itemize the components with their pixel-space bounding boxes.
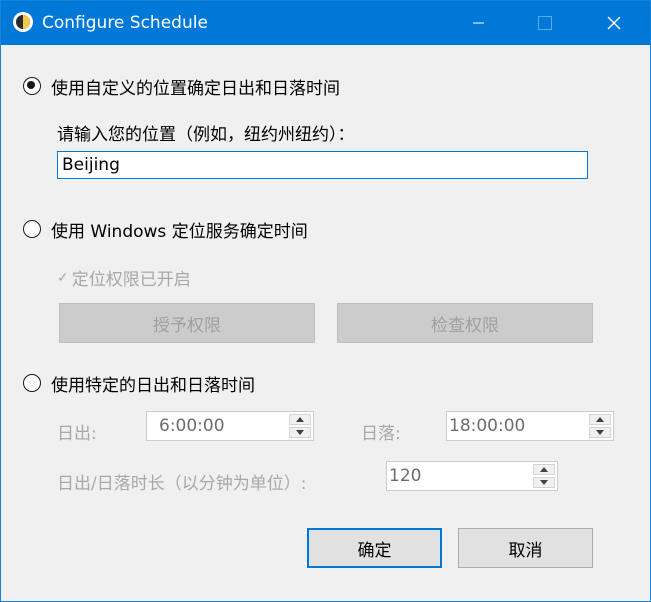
custom-location-option[interactable]: 使用自定义的位置确定日出和日落时间 [23,74,340,99]
check-icon: ✓ [57,269,69,286]
sunset-decrement-button[interactable] [589,427,611,438]
grant-permission-button[interactable]: 授予权限 [59,303,315,343]
title-bar[interactable]: Configure Schedule [1,1,650,45]
duration-decrement-button[interactable] [533,477,555,488]
sunrise-decrement-button[interactable] [289,427,311,438]
fixed-times-option[interactable]: 使用特定的日出和日落时间 [23,371,255,396]
minimize-icon [473,22,484,24]
duration-label: 日出/日落时长（以分钟为单位）: [57,474,307,494]
sun-moon-icon [13,12,33,32]
sunrise-label: 日出: [57,424,97,444]
windows-location-radio[interactable] [23,220,41,238]
sunrise-spinner [289,414,311,438]
permission-status-text: 定位权限已开启 [71,270,191,290]
sunrise-increment-button[interactable] [289,414,311,425]
configure-schedule-dialog: Configure Schedule 使用自定义的位置确定日出和日落时间 请输入… [0,0,651,602]
chevron-up-icon [596,417,604,422]
fixed-times-radio[interactable] [23,374,41,392]
chevron-down-icon [540,480,548,485]
fixed-times-label: 使用特定的日出和日落时间 [51,375,255,396]
window-title: Configure Schedule [42,13,208,33]
duration-value: 120 [389,466,422,486]
cancel-button[interactable]: 取消 [458,528,593,568]
minimize-button[interactable] [456,1,502,45]
sunrise-time-input[interactable]: 6:00:00 [146,411,314,441]
duration-spinner [533,464,555,488]
close-icon [607,16,621,30]
sunset-value: 18:00:00 [449,416,526,436]
maximize-button[interactable] [522,1,568,45]
duration-input[interactable]: 120 [386,461,558,491]
sunset-time-input[interactable]: 18:00:00 [446,411,614,441]
ok-button[interactable]: 确定 [307,528,442,568]
custom-location-radio[interactable] [23,77,41,95]
duration-increment-button[interactable] [533,464,555,475]
windows-location-option[interactable]: 使用 Windows 定位服务确定时间 [23,217,308,242]
sunset-spinner [589,414,611,438]
sunrise-value: 6:00:00 [159,416,225,436]
location-prompt-label: 请输入您的位置（例如，纽约州纽约）： [57,125,355,145]
chevron-up-icon [296,417,304,422]
maximize-icon [538,16,552,30]
chevron-down-icon [596,430,604,435]
permission-status: ✓ 定位权限已开启 [57,265,191,291]
close-button[interactable] [591,1,637,45]
custom-location-label: 使用自定义的位置确定日出和日落时间 [51,78,340,99]
windows-location-label: 使用 Windows 定位服务确定时间 [51,221,308,242]
sunset-label: 日落: [361,424,401,444]
chevron-down-icon [296,430,304,435]
location-input[interactable] [57,151,588,179]
check-permission-button[interactable]: 检查权限 [337,303,593,343]
sunset-increment-button[interactable] [589,414,611,425]
chevron-up-icon [540,467,548,472]
